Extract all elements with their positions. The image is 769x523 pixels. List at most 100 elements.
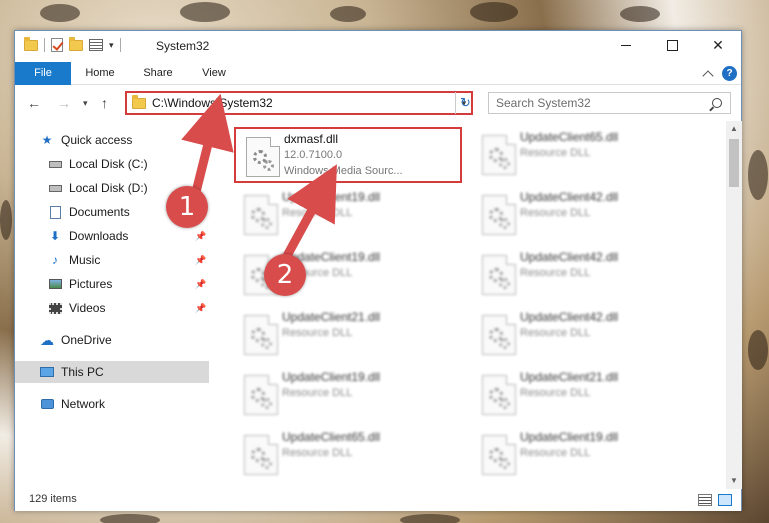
customize-toolbar-dropdown-icon[interactable]: ▾: [109, 40, 114, 51]
search-icon[interactable]: [712, 98, 722, 108]
properties-check-icon[interactable]: [51, 38, 63, 52]
minimize-button[interactable]: [603, 31, 649, 60]
new-folder-icon[interactable]: [69, 36, 83, 51]
cloud-icon: ☁: [40, 331, 54, 348]
pin-icon[interactable]: 📌: [195, 303, 206, 314]
status-bar: 129 items: [15, 489, 741, 511]
pictures-icon: [47, 277, 63, 291]
sidebar-item-label: Local Disk (D:): [69, 181, 148, 195]
tab-home[interactable]: Home: [73, 62, 127, 85]
refresh-icon[interactable]: ↻: [455, 92, 475, 114]
pin-icon[interactable]: 📌: [195, 231, 206, 242]
file-name: UpdateClient19.dll: [520, 430, 619, 444]
file-tile[interactable]: UpdateClient65.dll Resource DLL: [234, 427, 462, 483]
properties-list-icon[interactable]: [89, 39, 103, 51]
step-badge-2: 2: [264, 254, 306, 296]
file-name: UpdateClient42.dll: [520, 190, 619, 204]
file-type: Resource DLL: [282, 387, 353, 399]
vertical-scrollbar[interactable]: ▲ ▼: [726, 121, 742, 489]
sidebar-item-onedrive[interactable]: ☁ OneDrive: [39, 329, 112, 351]
dll-file-icon: [482, 195, 516, 235]
sidebar-item-pictures[interactable]: Pictures: [47, 273, 112, 295]
maximize-button[interactable]: [649, 31, 695, 60]
tab-file[interactable]: File: [15, 62, 71, 85]
dll-file-icon: [246, 137, 280, 177]
file-name: UpdateClient21.dll: [282, 310, 381, 324]
music-note-icon: ♪: [52, 253, 58, 267]
file-tile[interactable]: UpdateClient21.dll Resource DLL: [234, 307, 462, 363]
dll-file-icon: [482, 375, 516, 415]
tab-share[interactable]: Share: [131, 62, 185, 85]
documents-icon: [47, 205, 63, 219]
search-box[interactable]: Search System32: [488, 92, 731, 114]
address-path[interactable]: C:\Windows\System32: [152, 96, 457, 110]
sidebar-item-downloads[interactable]: ⬇ Downloads: [47, 225, 128, 247]
window-controls: ✕: [603, 31, 741, 60]
scrollbar-thumb[interactable]: [729, 139, 739, 187]
file-tile[interactable]: UpdateClient42.dll Resource DLL: [472, 247, 700, 303]
item-count: 129 items: [29, 493, 77, 505]
close-icon: ✕: [712, 37, 724, 53]
close-button[interactable]: ✕: [695, 31, 741, 60]
dll-file-icon: [244, 315, 278, 355]
sidebar-item-label: Quick access: [61, 133, 133, 147]
dll-file-icon: [482, 435, 516, 475]
sidebar-item-videos[interactable]: Videos: [47, 297, 105, 319]
drive-icon: [47, 157, 63, 171]
file-name: UpdateClient42.dll: [520, 250, 619, 264]
ribbon-right-controls: ?: [702, 66, 737, 82]
sidebar-item-documents[interactable]: Documents: [47, 201, 130, 223]
file-tile[interactable]: UpdateClient21.dll Resource DLL: [472, 367, 700, 423]
sidebar-item-music[interactable]: ♪ Music: [47, 249, 100, 271]
sidebar-item-local-disk-c[interactable]: Local Disk (C:): [47, 153, 148, 175]
file-tile[interactable]: UpdateClient42.dll Resource DLL: [472, 307, 700, 363]
up-arrow-icon[interactable]: ↑: [101, 95, 108, 111]
ribbon-tabs: File Home Share View ?: [15, 62, 741, 85]
dll-file-icon: [482, 315, 516, 355]
sidebar-item-label: OneDrive: [61, 333, 112, 347]
file-name: dxmasf.dll: [284, 132, 339, 146]
file-type: Resource DLL: [520, 447, 591, 459]
file-type: Resource DLL: [520, 327, 591, 339]
file-tile[interactable]: UpdateClient65.dll Resource DLL: [472, 127, 700, 183]
monitor-icon: [39, 365, 55, 379]
navigation-pane: ★ Quick access Local Disk (C:) Local Dis…: [15, 121, 209, 489]
file-type: Resource DLL: [520, 387, 591, 399]
large-icons-view-icon[interactable]: [718, 494, 732, 506]
file-type: Resource DLL: [282, 327, 353, 339]
file-tile-dxmasf[interactable]: dxmasf.dll 12.0.7100.0 Windows Media Sou…: [234, 127, 462, 183]
address-bar[interactable]: C:\Windows\System32 ▾: [125, 91, 473, 115]
dll-file-icon: [244, 435, 278, 475]
scroll-up-icon[interactable]: ▲: [726, 121, 742, 137]
file-description: Windows Media Sourc...: [284, 165, 403, 177]
search-input[interactable]: Search System32: [496, 96, 712, 110]
sidebar-item-label: Documents: [69, 205, 130, 219]
forward-arrow-icon[interactable]: →: [57, 95, 71, 111]
scroll-down-icon[interactable]: ▼: [726, 473, 742, 489]
details-view-icon[interactable]: [698, 494, 712, 506]
sidebar-item-local-disk-d[interactable]: Local Disk (D:): [47, 177, 148, 199]
file-type: Resource DLL: [520, 147, 591, 159]
file-type: Resource DLL: [520, 267, 591, 279]
quick-access-toolbar: ▾: [24, 36, 121, 52]
expand-ribbon-chevron-icon[interactable]: [702, 70, 714, 82]
back-arrow-icon[interactable]: ←: [27, 95, 41, 111]
drive-icon: [47, 181, 63, 195]
tab-view[interactable]: View: [189, 62, 239, 85]
sidebar-item-network[interactable]: Network: [39, 393, 105, 415]
pin-icon[interactable]: 📌: [195, 255, 206, 266]
file-tile[interactable]: UpdateClient42.dll Resource DLL: [472, 187, 700, 243]
recent-locations-chevron-icon[interactable]: ▾: [83, 98, 88, 109]
toolbar-separator: [44, 38, 45, 52]
help-icon[interactable]: ?: [722, 66, 737, 81]
file-tile[interactable]: UpdateClient19.dll Resource DLL: [234, 367, 462, 423]
sidebar-item-quick-access[interactable]: ★ Quick access: [39, 129, 133, 151]
file-tile[interactable]: UpdateClient19.dll Resource DLL: [234, 187, 462, 243]
film-icon: [47, 301, 63, 315]
pin-icon[interactable]: 📌: [195, 279, 206, 290]
file-tile[interactable]: UpdateClient19.dll Resource DLL: [472, 427, 700, 483]
navigation-bar: ← → ▾ ↑ C:\Windows\System32 ▾ ↻ Search S…: [15, 86, 741, 120]
file-name: UpdateClient21.dll: [520, 370, 619, 384]
dll-file-icon: [244, 195, 278, 235]
sidebar-item-this-pc[interactable]: This PC: [15, 361, 209, 383]
